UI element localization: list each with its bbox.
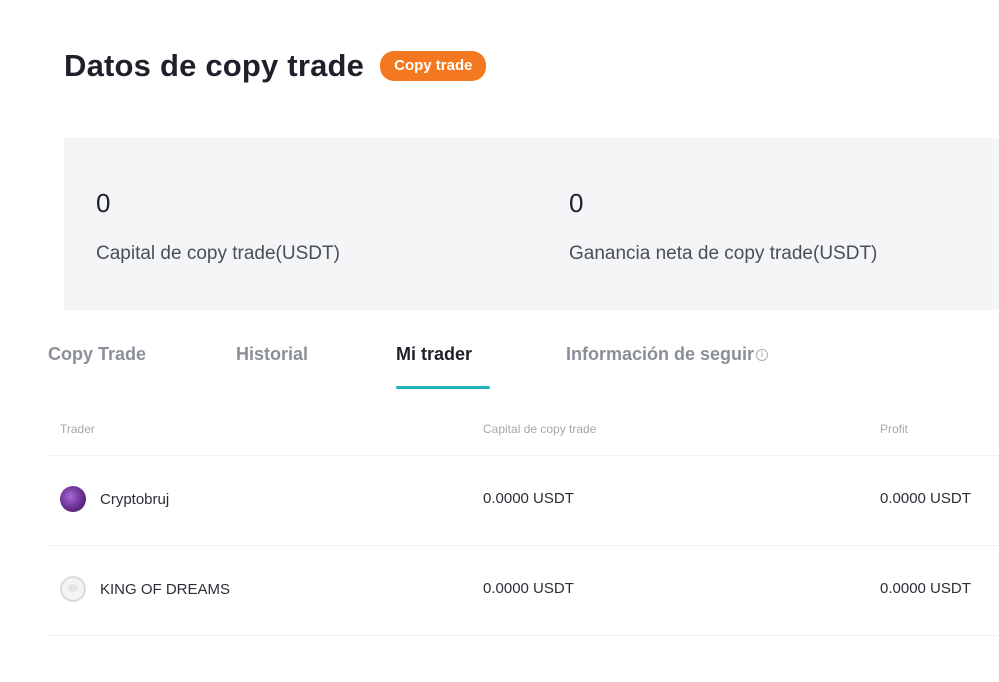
capital-stat: 0 Capital de copy trade(USDT) — [96, 188, 340, 265]
page-header: Datos de copy trade Copy trade — [64, 48, 487, 84]
trader-table: Trader Capital de copy trade Profit Cryp… — [48, 410, 999, 636]
column-header-trader: Trader — [60, 422, 95, 436]
net-profit-stat: 0 Ganancia neta de copy trade(USDT) — [569, 188, 877, 265]
table-row[interactable]: Cryptobruj 0.0000 USDT 0.0000 USDT — [48, 456, 999, 546]
tab-historial[interactable]: Historial — [236, 344, 308, 365]
tab-informacion-label: Información de seguir — [566, 344, 755, 364]
profit-cell: 0.0000 USDT — [880, 580, 971, 597]
capital-value: 0 — [96, 188, 111, 218]
tab-bar: Copy Trade Historial Mi trader Informaci… — [48, 344, 948, 392]
tab-copy-trade-label: Copy Trade — [48, 344, 147, 364]
avatar — [60, 486, 86, 512]
table-row[interactable]: KING OF DREAMS 0.0000 USDT 0.0000 USDT — [48, 546, 999, 636]
capital-cell: 0.0000 USDT — [483, 580, 574, 597]
trader-name[interactable]: Cryptobruj — [100, 491, 169, 508]
info-icon[interactable]: i — [756, 349, 769, 362]
tab-informacion-seguir[interactable]: Información de seguir i — [566, 344, 769, 365]
summary-panel: 0 Capital de copy trade(USDT) 0 Ganancia… — [64, 138, 999, 310]
page-title: Datos de copy trade — [64, 48, 365, 83]
copy-trade-page: Datos de copy trade Copy trade 0 Capital… — [0, 0, 999, 682]
tab-mi-trader-label: Mi trader — [396, 344, 473, 364]
copy-trade-badge[interactable]: Copy trade — [380, 51, 487, 81]
table-header: Trader Capital de copy trade Profit — [48, 410, 999, 456]
tab-historial-label: Historial — [236, 344, 309, 364]
net-profit-value: 0 — [569, 188, 584, 218]
trader-cell[interactable]: KING OF DREAMS — [60, 576, 230, 602]
avatar — [60, 576, 86, 602]
tab-mi-trader[interactable]: Mi trader — [396, 344, 490, 389]
active-tab-indicator — [396, 386, 490, 389]
net-profit-label: Ganancia neta de copy trade(USDT) — [569, 243, 878, 264]
tab-copy-trade[interactable]: Copy Trade — [48, 344, 146, 365]
capital-cell: 0.0000 USDT — [483, 490, 574, 507]
trader-cell[interactable]: Cryptobruj — [60, 486, 169, 512]
capital-label: Capital de copy trade(USDT) — [96, 243, 340, 264]
column-header-profit: Profit — [880, 422, 909, 436]
column-header-capital: Capital de copy trade — [483, 422, 597, 436]
profit-cell: 0.0000 USDT — [880, 490, 971, 507]
trader-name[interactable]: KING OF DREAMS — [100, 581, 230, 598]
